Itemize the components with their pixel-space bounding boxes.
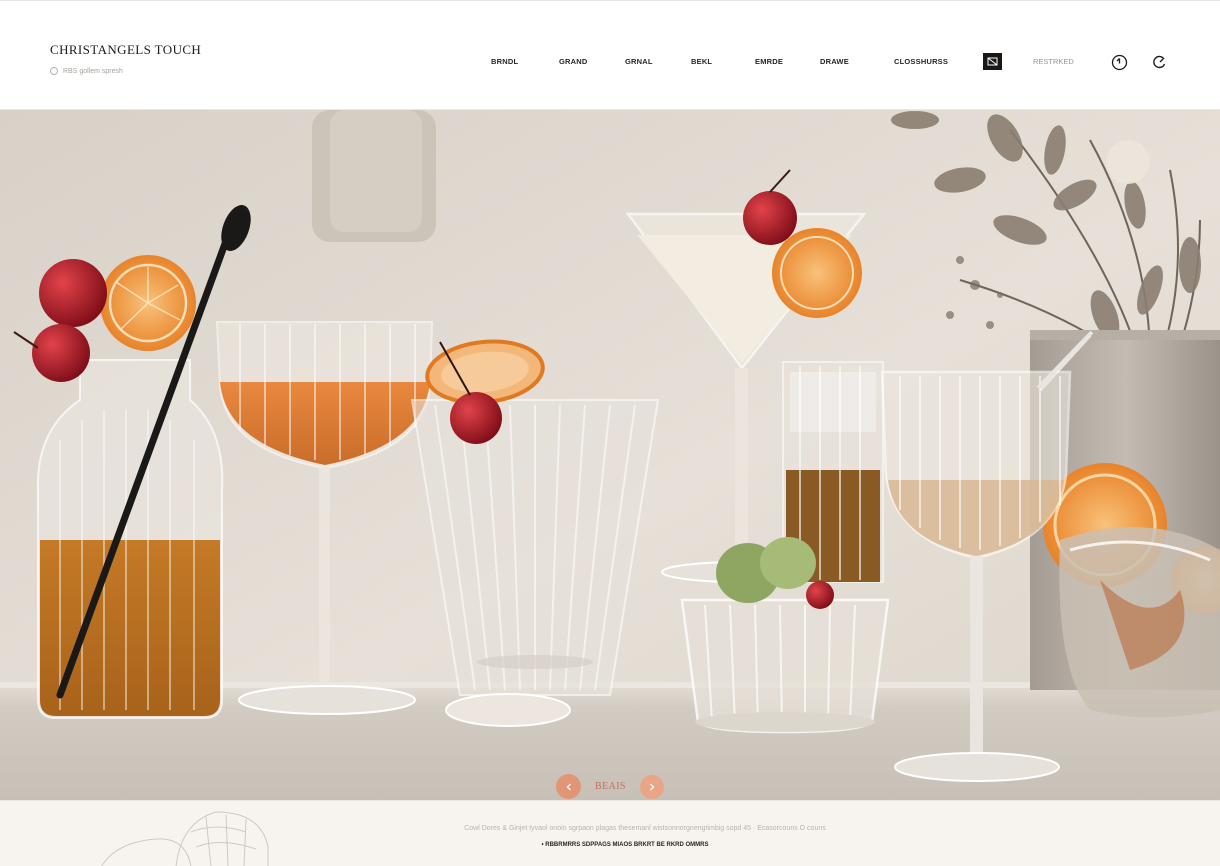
search-icon [1153,55,1166,69]
footer-description: Cowl Dores & Ginjet tyvaol onoin sgrpaon… [464,825,826,832]
nav-item-2[interactable]: GRAND [559,53,588,71]
account-button[interactable] [1110,53,1128,71]
nav-item-4[interactable]: BEKL [691,53,712,71]
nav-item-6[interactable]: DRAWE [820,53,849,71]
bag-button[interactable] [983,53,1002,70]
pin-icon [50,67,58,75]
chevron-left-icon [566,783,571,790]
nav-item-1[interactable]: BRNDL [491,53,518,71]
carousel-label[interactable]: BEAIS [595,781,626,792]
nav-secondary-link[interactable]: RESTRKED [1033,53,1074,71]
carousel-prev-button[interactable] [556,774,581,799]
chevron-right-icon [649,783,655,790]
carousel-next-button[interactable] [639,774,664,799]
hero-banner [0,110,1220,800]
search-button[interactable] [1151,53,1169,71]
brand-logo-text[interactable]: CHRISTANGELS TOUCH [50,42,201,58]
nav-item-3[interactable]: GRNAL [625,53,653,71]
nav-item-5[interactable]: EMRDE [755,53,783,71]
hero-carousel-controls: BEAIS [556,774,664,799]
brand[interactable]: CHRISTANGELS TOUCH RBS gollem spresh [50,42,201,75]
nav-item-7[interactable]: CLOSSHURSS [894,53,948,71]
page: CHRISTANGELS TOUCH RBS gollem spresh BRN… [0,0,1220,866]
footer-section: Cowl Dores & Ginjet tyvaol onoin sgrpaon… [0,800,1220,866]
brand-tagline: RBS gollem spresh [50,67,201,75]
footer-subline: • RBBRMRRS SDPPAGS MIAOS BRKRT BE RKRD O… [541,842,709,848]
glassware-sketch-icon [101,811,269,866]
tagline-text: RBS gollem spresh [63,67,123,75]
site-header: CHRISTANGELS TOUCH RBS gollem spresh BRN… [0,0,1220,110]
bag-icon [987,57,998,66]
user-circle-icon [1111,54,1127,70]
cocktail-glassware-photo [0,110,1220,800]
